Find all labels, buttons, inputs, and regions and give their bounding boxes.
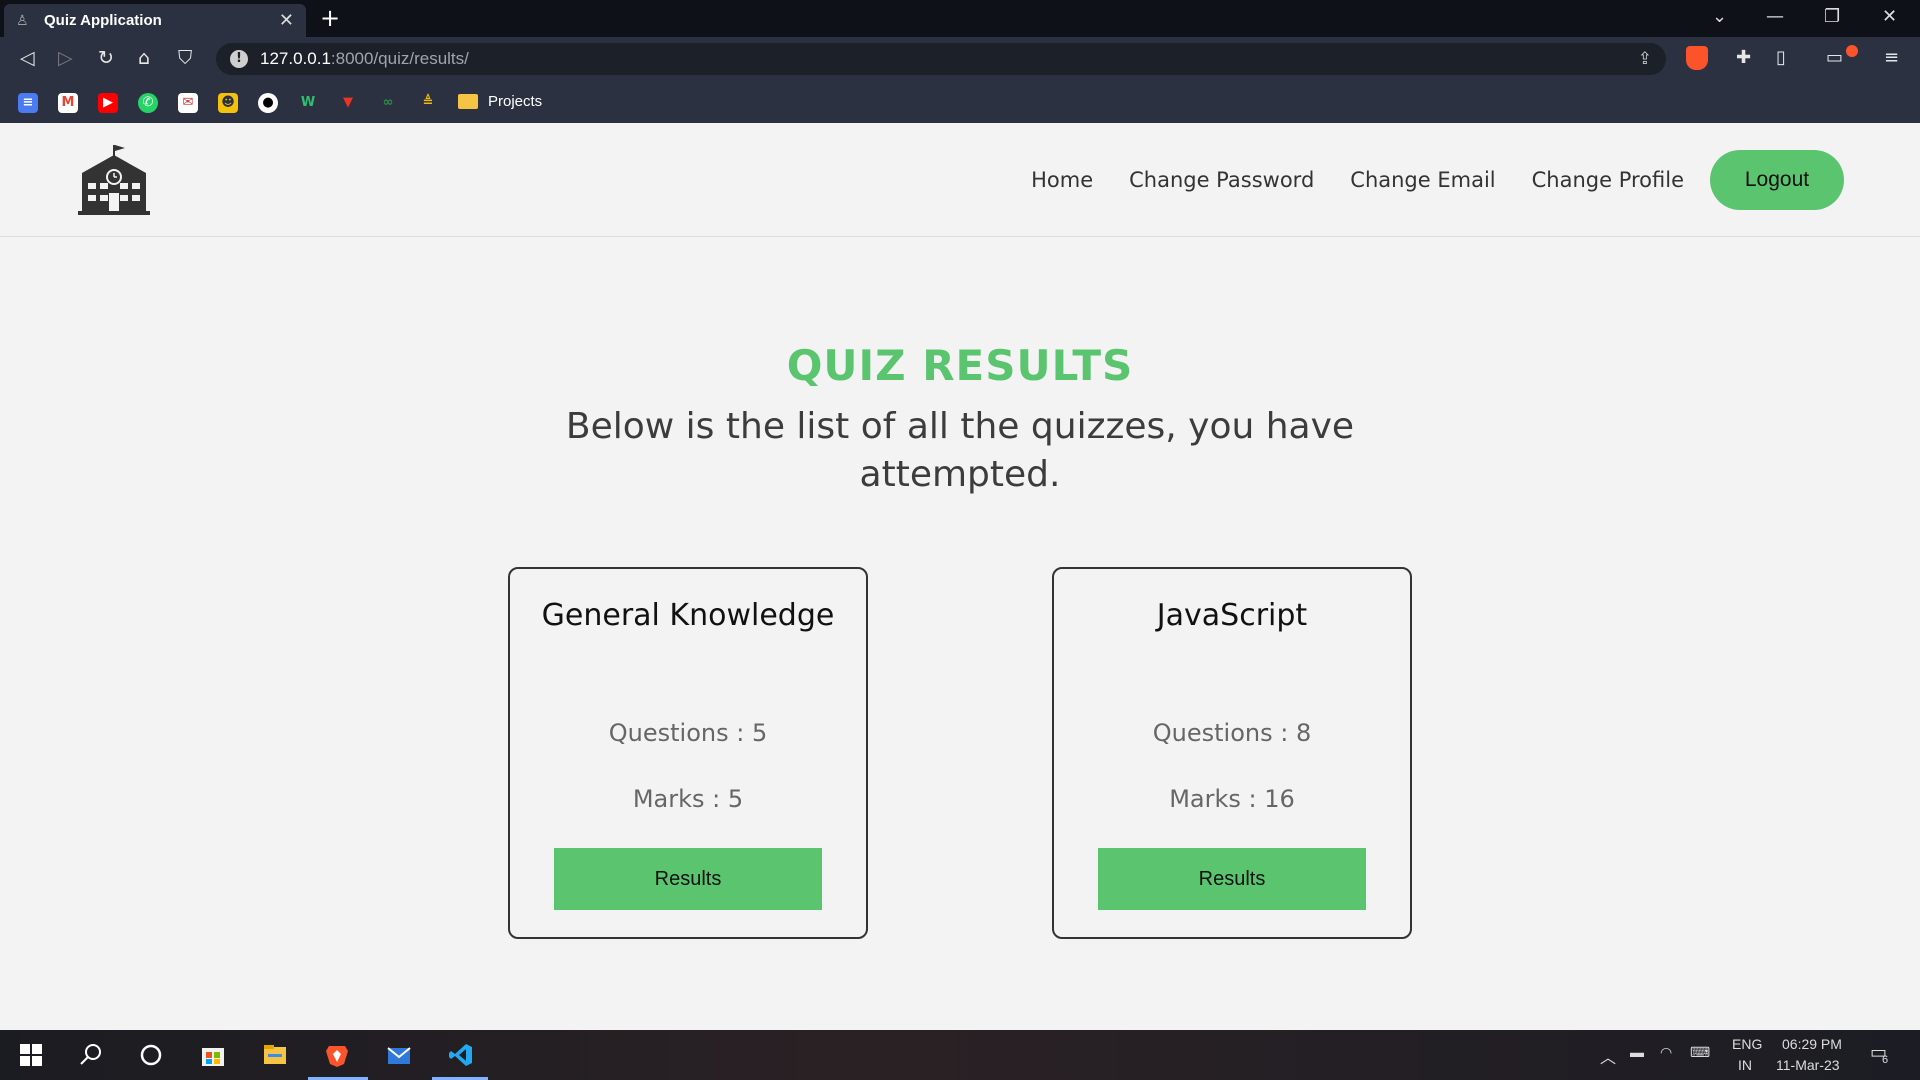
- share-icon[interactable]: ⇪: [1638, 49, 1652, 69]
- bookmark-folder-label: Projects: [488, 93, 543, 110]
- quiz-marks: Marks : 16: [1169, 785, 1295, 813]
- sidebar-icon[interactable]: ▯: [1776, 47, 1786, 68]
- bookmark-folder-projects[interactable]: Projects: [458, 93, 542, 110]
- quiz-marks: Marks : 5: [632, 785, 744, 813]
- home-icon[interactable]: ⌂: [138, 47, 150, 69]
- file-explorer-icon[interactable]: [262, 1042, 288, 1068]
- site-navbar: Home Change Password Change Email Change…: [0, 123, 1920, 237]
- forward-icon[interactable]: ▷: [58, 47, 73, 69]
- site-info-icon[interactable]: !: [230, 50, 248, 68]
- show-hidden-icons-chevron-icon[interactable]: ︿: [1600, 1044, 1616, 1068]
- nav-link-home[interactable]: Home: [1031, 168, 1093, 192]
- keyboard-icon[interactable]: ⌨: [1690, 1044, 1710, 1061]
- nav-link-change-profile[interactable]: Change Profile: [1532, 168, 1684, 192]
- url-field[interactable]: ! 127.0.0.1 :8000/quiz/results/ ⇪: [216, 43, 1666, 75]
- folder-icon: [458, 94, 478, 109]
- brave-browser-icon[interactable]: [324, 1042, 350, 1068]
- wallet-icon[interactable]: ▭: [1826, 47, 1843, 68]
- contacts-bookmark-icon[interactable]: ☻: [218, 93, 238, 113]
- logout-button[interactable]: Logout: [1710, 150, 1844, 210]
- quiz-name: General Knowledge: [541, 598, 835, 633]
- v-bookmark-icon[interactable]: ▼: [338, 93, 358, 113]
- clock-time[interactable]: 06:29 PM: [1782, 1036, 1842, 1052]
- windows-taskbar: ︿ ▬ ◠ ⌨ ENG IN 06:29 PM 11-Mar-23 ▭ 6: [0, 1030, 1920, 1080]
- mail-bookmark-icon[interactable]: ✉: [178, 93, 198, 113]
- school-logo-icon[interactable]: [76, 143, 152, 215]
- gfg-bookmark-icon[interactable]: ∞: [378, 93, 398, 113]
- school-favicon-icon: ♙: [16, 12, 29, 29]
- close-tab-icon[interactable]: ✕: [279, 10, 294, 31]
- extensions-icon[interactable]: ✚: [1736, 47, 1751, 68]
- quiz-card: General Knowledge Questions : 5 Marks : …: [508, 567, 868, 939]
- quiz-name: JavaScript: [1156, 598, 1308, 633]
- nav-link-change-email[interactable]: Change Email: [1350, 168, 1495, 192]
- reload-icon[interactable]: ↻: [98, 47, 114, 69]
- vscode-icon[interactable]: [448, 1042, 474, 1068]
- language-code[interactable]: ENG: [1732, 1036, 1762, 1052]
- minimize-icon[interactable]: —: [1766, 6, 1784, 27]
- quiz-questions: Questions : 5: [608, 719, 768, 747]
- back-icon[interactable]: ◁: [20, 47, 35, 69]
- bookmarks-bar: ≡ M ▶ ✆ ✉ ☻ ● W ▼ ∞ ≜ Projects: [0, 81, 1920, 123]
- new-tab-icon[interactable]: +: [320, 4, 340, 32]
- cortana-icon[interactable]: [138, 1042, 164, 1068]
- docs-bookmark-icon[interactable]: ≡: [18, 93, 38, 113]
- w-bookmark-icon[interactable]: W: [298, 93, 318, 113]
- quiz-card: JavaScript Questions : 8 Marks : 16 Resu…: [1052, 567, 1412, 939]
- results-button[interactable]: Results: [554, 848, 822, 910]
- nav-link-change-password[interactable]: Change Password: [1129, 168, 1314, 192]
- results-button[interactable]: Results: [1098, 848, 1366, 910]
- page-title: QUIZ RESULTS: [786, 341, 1134, 390]
- address-toolbar: ◁ ▷ ↻ ⌂ ⛉ ! 127.0.0.1 :8000/quiz/results…: [0, 37, 1920, 81]
- github-bookmark-icon[interactable]: ●: [258, 93, 278, 113]
- page-subtitle: Below is the list of all the quizzes, yo…: [565, 406, 1355, 495]
- stackoverflow-bookmark-icon[interactable]: ≜: [418, 93, 438, 113]
- url-path: :8000/quiz/results/: [330, 49, 469, 68]
- gmail-bookmark-icon[interactable]: M: [58, 93, 78, 113]
- browser-tab[interactable]: ♙ Quiz Application ✕: [4, 4, 306, 37]
- page-content: Home Change Password Change Email Change…: [0, 123, 1920, 1030]
- clock-date[interactable]: 11-Mar-23: [1776, 1057, 1840, 1073]
- url-host: 127.0.0.1: [260, 49, 331, 68]
- tab-search-chevron-icon[interactable]: ⌄: [1712, 6, 1727, 27]
- browser-tab-strip: ♙ Quiz Application ✕ + ⌄ — ❐ ✕: [0, 0, 1920, 37]
- search-icon[interactable]: [78, 1042, 104, 1068]
- brave-shields-icon[interactable]: [1686, 46, 1708, 70]
- close-window-icon[interactable]: ✕: [1882, 6, 1897, 27]
- nav-links: Home Change Password Change Email Change…: [995, 150, 1844, 210]
- youtube-bookmark-icon[interactable]: ▶: [98, 93, 118, 113]
- battery-icon[interactable]: ▬: [1630, 1044, 1644, 1060]
- region-code[interactable]: IN: [1738, 1057, 1752, 1073]
- store-icon[interactable]: [200, 1042, 226, 1068]
- wallet-badge: [1846, 45, 1858, 57]
- restore-icon[interactable]: ❐: [1824, 6, 1840, 27]
- windows-start-icon[interactable]: [18, 1042, 44, 1068]
- mail-app-icon[interactable]: [386, 1042, 412, 1068]
- quiz-questions: Questions : 8: [1152, 719, 1312, 747]
- wifi-icon[interactable]: ◠: [1660, 1044, 1672, 1061]
- bookmark-icon[interactable]: ⛉: [178, 47, 192, 69]
- notification-count: 6: [1882, 1054, 1889, 1066]
- menu-icon[interactable]: ≡: [1884, 47, 1899, 68]
- tab-title: Quiz Application: [44, 12, 162, 29]
- whatsapp-bookmark-icon[interactable]: ✆: [138, 93, 158, 113]
